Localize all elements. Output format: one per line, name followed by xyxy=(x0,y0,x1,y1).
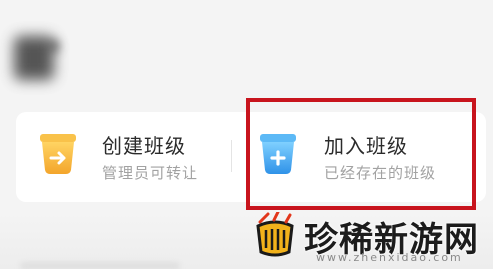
join-class-subtitle: 已经存在的班级 xyxy=(324,164,437,182)
blurred-header-detail xyxy=(48,40,60,52)
join-class-title: 加入班级 xyxy=(324,134,408,158)
blue-cup-plus-icon xyxy=(260,134,296,174)
page: 创建班级 管理员可转让 加入班级 已经存在的班级 珍稀新游网 www.zhenx… xyxy=(0,0,493,269)
orange-cup-arrow-icon xyxy=(40,134,76,174)
create-class-title: 创建班级 xyxy=(102,134,186,158)
join-class-option[interactable]: 加入班级 已经存在的班级 xyxy=(246,112,468,202)
watermark-url: www.zhenxidao.com xyxy=(316,251,463,264)
create-class-option[interactable]: 创建班级 管理员可转让 xyxy=(16,112,231,202)
blurred-footer-content xyxy=(20,262,180,269)
grill-logo-icon xyxy=(256,212,294,257)
options-divider xyxy=(231,140,232,172)
create-class-subtitle: 管理员可转让 xyxy=(102,164,199,182)
